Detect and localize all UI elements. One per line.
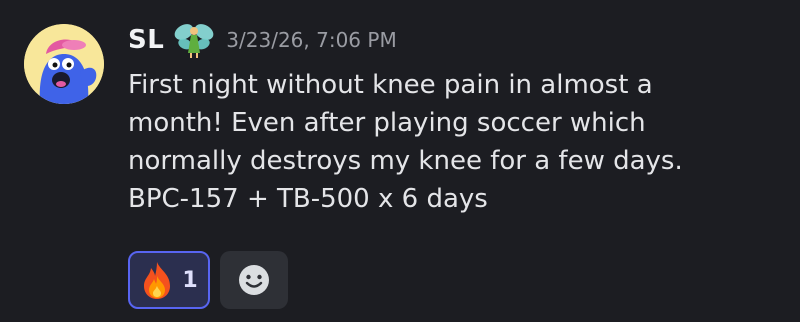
- username[interactable]: SL: [128, 25, 164, 55]
- reactions-bar: 1: [128, 251, 288, 309]
- blue-monster-avatar-icon: [24, 24, 104, 104]
- message-content: First night without knee pain in almost …: [128, 70, 683, 214]
- smiley-face-icon: [239, 265, 269, 295]
- reaction-count: 1: [182, 267, 198, 293]
- user-avatar[interactable]: [24, 24, 104, 104]
- fire-icon: [144, 262, 171, 299]
- message-header: SL 3/23/26, 7:06 PM: [128, 20, 397, 60]
- chat-message: SL 3/23/26, 7:06 PM First night without …: [0, 0, 800, 322]
- fairy-icon[interactable]: [172, 20, 216, 60]
- message-timestamp: 3/23/26, 7:06 PM: [226, 28, 397, 52]
- reaction-fire[interactable]: 1: [128, 251, 210, 309]
- add-reaction-button[interactable]: [220, 251, 288, 309]
